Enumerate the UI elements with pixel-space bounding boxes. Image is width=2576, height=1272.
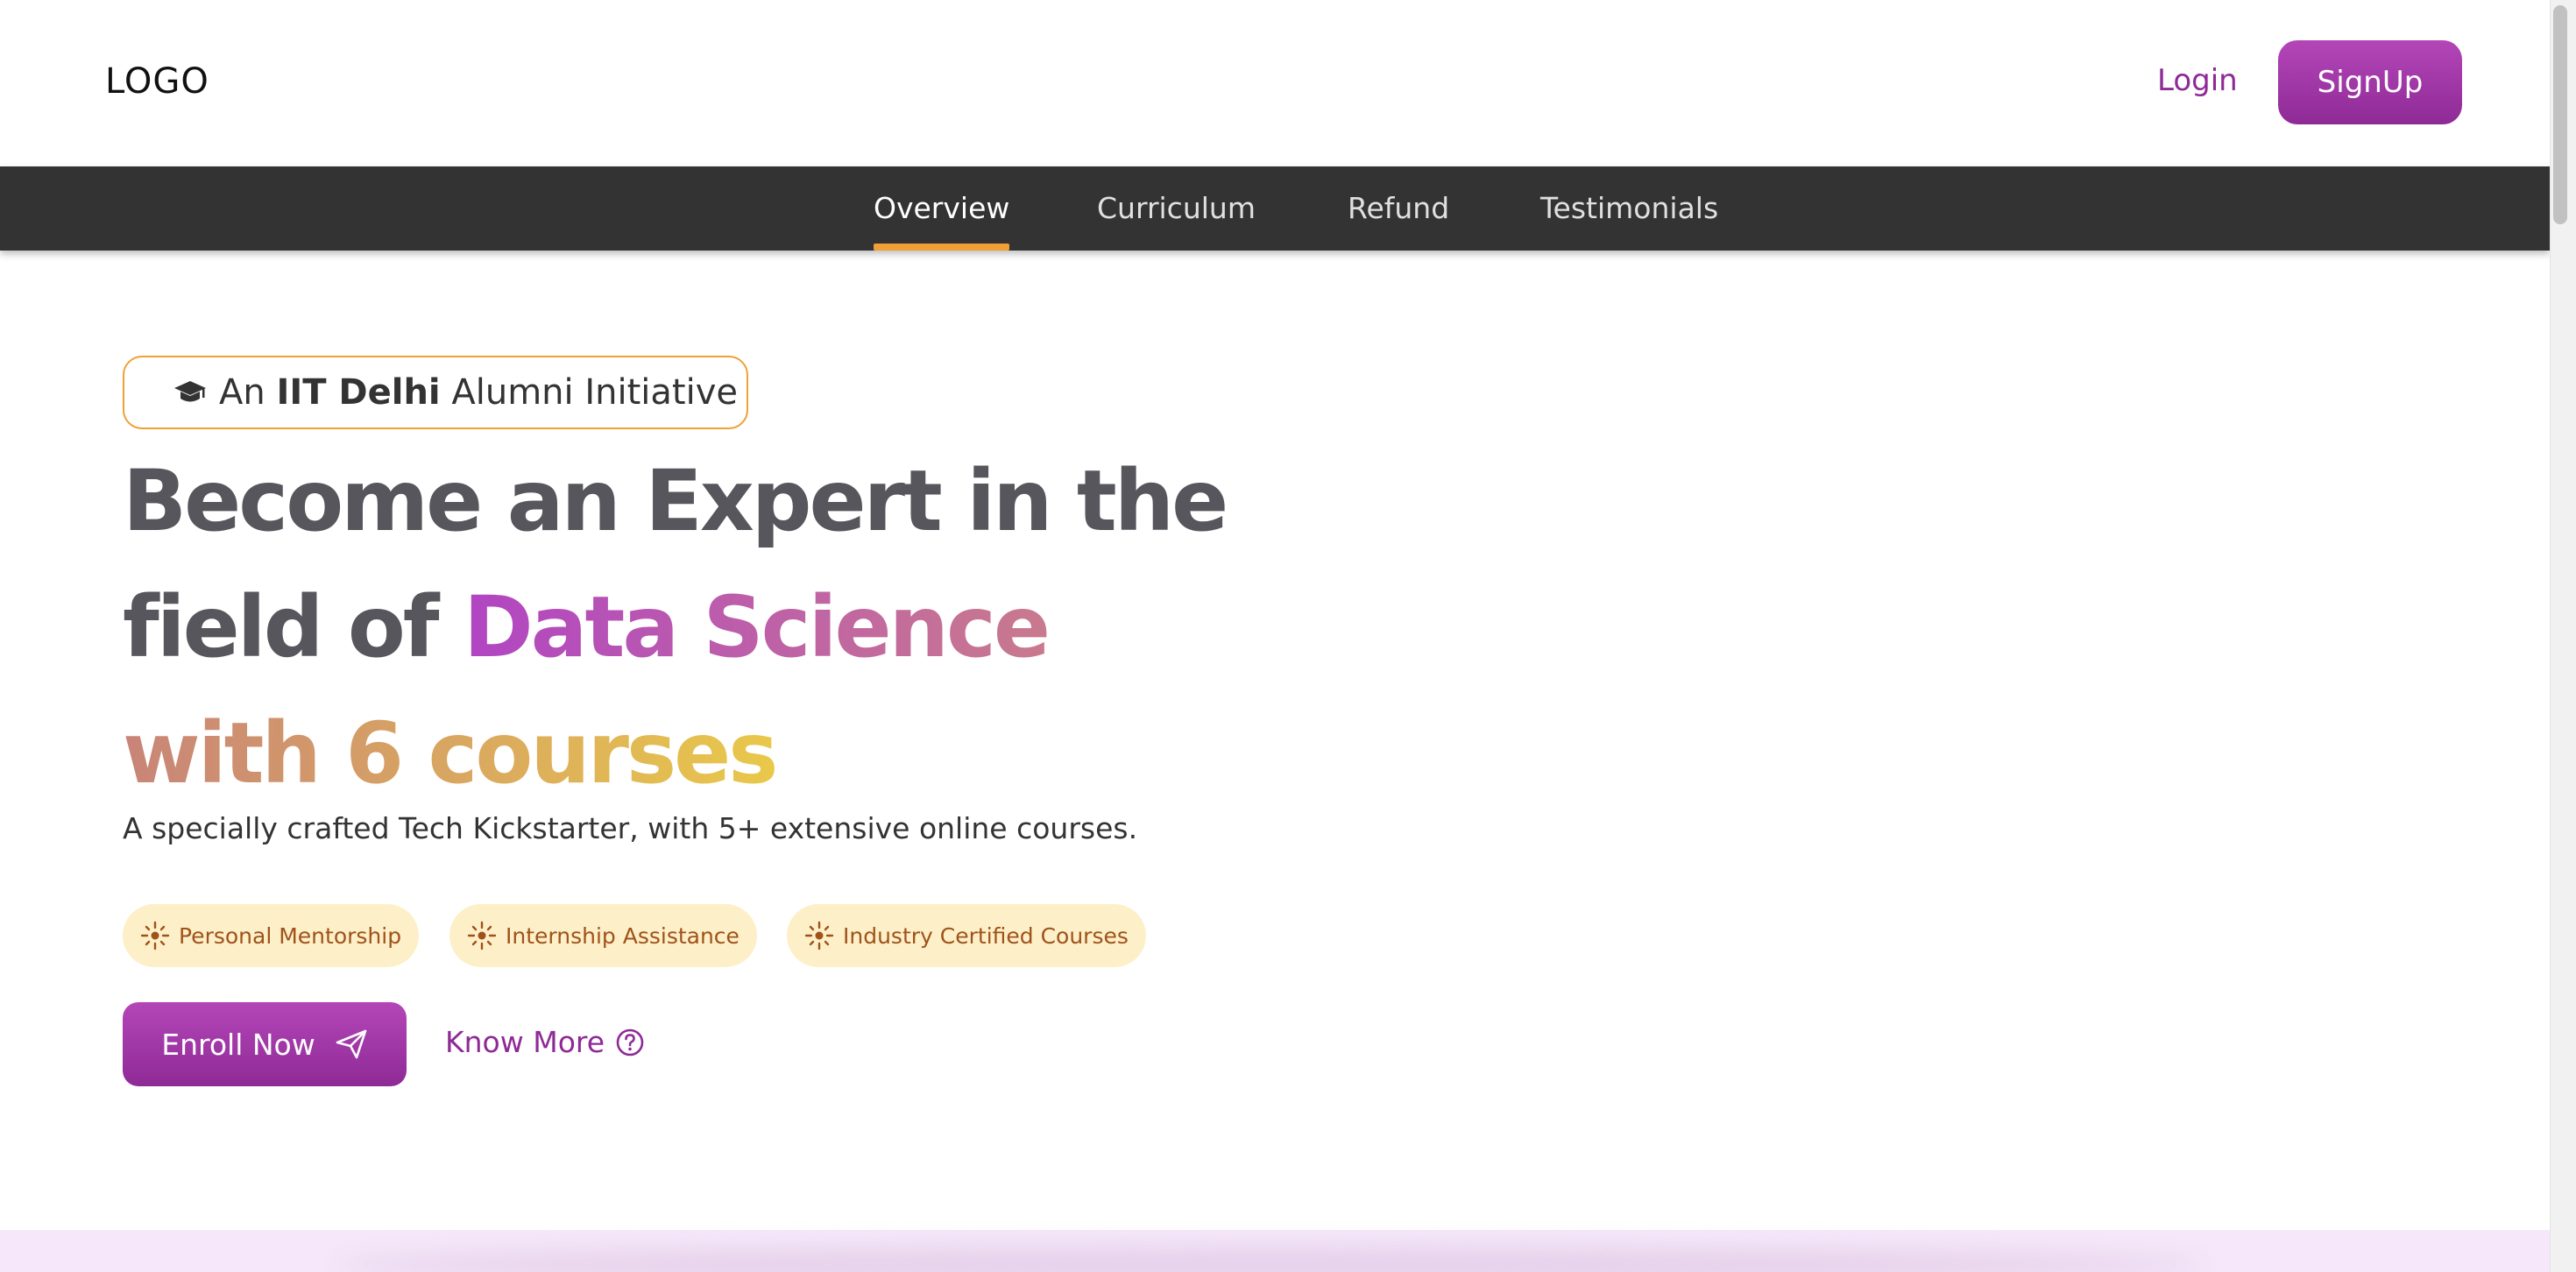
chip-industry-certified-courses: Industry Certified Courses bbox=[787, 904, 1146, 967]
tab-testimonials[interactable]: Testimonials bbox=[1540, 191, 1718, 251]
question-circle-icon bbox=[616, 1028, 644, 1056]
badge-suffix: Alumni Initiative bbox=[451, 372, 738, 413]
headline-line-2: field of Data Science bbox=[123, 564, 1262, 690]
signup-button[interactable]: SignUp bbox=[2278, 40, 2462, 124]
chip-label: Internship Assistance bbox=[506, 922, 740, 949]
enroll-now-button[interactable]: Enroll Now bbox=[123, 1002, 407, 1086]
hero-headline: Become an Expert in the field of Data Sc… bbox=[123, 438, 1262, 816]
tab-overview[interactable]: Overview bbox=[874, 191, 1010, 251]
chip-personal-mentorship: Personal Mentorship bbox=[123, 904, 420, 967]
send-icon bbox=[336, 1029, 367, 1059]
chip-label: Personal Mentorship bbox=[179, 922, 402, 949]
chip-internship-assistance: Internship Assistance bbox=[449, 904, 757, 967]
headline-highlight: Data Science bbox=[463, 578, 1051, 676]
header: LOGO Login SignUp bbox=[0, 0, 2550, 166]
headline-line-2-prefix: field of bbox=[123, 578, 440, 676]
chip-label: Industry Certified Courses bbox=[843, 922, 1129, 949]
know-more-link[interactable]: Know More bbox=[445, 1025, 645, 1059]
tab-curriculum[interactable]: Curriculum bbox=[1097, 191, 1256, 251]
headline-line-1: Become an Expert in the bbox=[123, 452, 1228, 550]
badge-institute: IIT Delhi bbox=[276, 372, 441, 413]
hero-subtitle: A specially crafted Tech Kickstarter, wi… bbox=[123, 811, 1138, 845]
sparkle-icon bbox=[467, 921, 497, 950]
graduation-cap-icon bbox=[174, 381, 206, 402]
sparkle-icon bbox=[804, 921, 834, 950]
scrollbar-thumb[interactable] bbox=[2553, 5, 2567, 224]
alumni-badge: An IIT Delhi Alumni Initiative bbox=[123, 356, 748, 429]
login-link[interactable]: Login bbox=[2157, 63, 2238, 98]
logo[interactable]: LOGO bbox=[105, 61, 209, 102]
headline-line-3: with 6 courses bbox=[123, 704, 778, 802]
sparkle-icon bbox=[140, 921, 170, 950]
enroll-now-label: Enroll Now bbox=[161, 1027, 315, 1062]
badge-prefix: An bbox=[219, 372, 265, 413]
know-more-label: Know More bbox=[445, 1025, 605, 1059]
tab-refund[interactable]: Refund bbox=[1348, 191, 1449, 251]
section-tab-bar: Overview Curriculum Refund Testimonials bbox=[0, 166, 2550, 251]
